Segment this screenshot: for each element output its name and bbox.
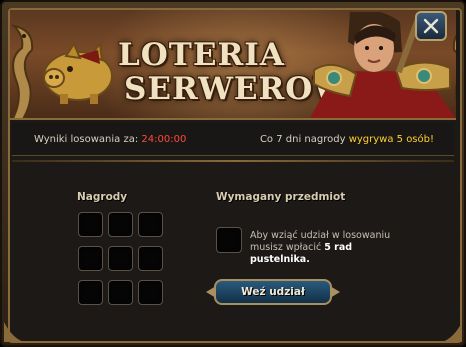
required-item-slot[interactable] xyxy=(216,227,242,253)
close-x-icon xyxy=(423,18,439,34)
reward-slot-6[interactable] xyxy=(138,246,163,271)
corner-ornament-bottom-left-icon xyxy=(4,322,24,342)
reward-slot-3[interactable] xyxy=(138,212,163,237)
countdown-timer: 24:00:00 xyxy=(141,134,187,145)
golden-pig-icon xyxy=(43,41,113,104)
required-item-heading: Wymagany przedmiot xyxy=(216,191,346,203)
prize-info: Co 7 dni nagrody wygrywa 5 osób! xyxy=(260,134,434,145)
prize-text-prefix: Co 7 dni nagrody xyxy=(259,134,346,145)
reward-slot-8[interactable] xyxy=(108,280,133,305)
corner-ornament-bottom-right-icon xyxy=(442,322,462,342)
reward-slot-2[interactable] xyxy=(108,212,133,237)
draw-countdown: Wyniki losowania za: 24:00:00 xyxy=(34,134,186,145)
reward-slot-9[interactable] xyxy=(138,280,163,305)
prize-text-highlight: wygrywa 5 osób! xyxy=(348,134,434,145)
join-lottery-button[interactable]: Weź udział xyxy=(214,279,332,305)
required-item-description: Aby wziąć udział w losowaniu musisz wpła… xyxy=(250,230,410,266)
section-divider xyxy=(12,160,454,162)
reward-slot-7[interactable] xyxy=(78,280,103,305)
draw-info-bar: Wyniki losowania za: 24:00:00 Co 7 dni n… xyxy=(12,122,454,156)
reward-slot-4[interactable] xyxy=(78,246,103,271)
banner: LOTERIA SERWEROWA xyxy=(10,10,456,120)
results-label: Wyniki losowania za: xyxy=(34,134,139,145)
rewards-heading: Nagrody xyxy=(77,191,128,203)
reward-slot-5[interactable] xyxy=(108,246,133,271)
close-button[interactable] xyxy=(415,11,447,41)
reward-slot-1[interactable] xyxy=(78,212,103,237)
required-desc-text: Aby wziąć udział w losowaniu musisz wpła… xyxy=(250,230,391,253)
dragon-ornament-left-icon xyxy=(10,24,34,118)
